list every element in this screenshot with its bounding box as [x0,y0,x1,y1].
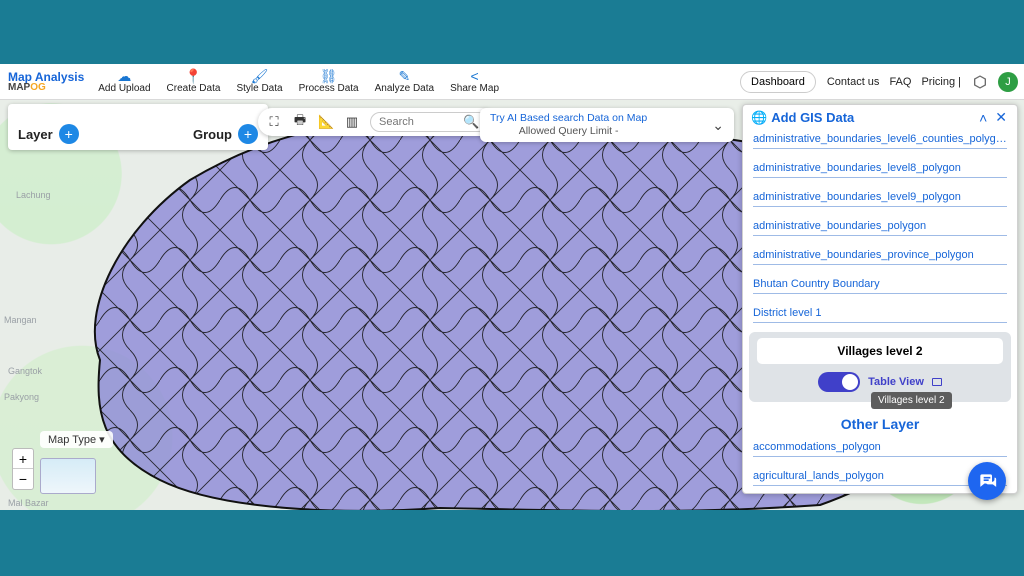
chat-icon [977,471,997,491]
gis-layer-list: administrative_boundaries_level6_countie… [743,128,1017,328]
ai-text: Try AI Based search Data on Map Allowed … [490,112,647,138]
chevron-down-icon: ▾ [99,434,105,446]
map-type-chip[interactable]: Map Type ▾ [40,431,113,448]
menu-label: Process Data [299,83,359,94]
globe-icon: 🌐 [751,110,767,126]
menu-label: Create Data [167,83,221,94]
avatar-letter: J [1005,76,1011,88]
process-icon: ⛓ [320,69,338,83]
print-icon[interactable]: 🖶 [292,111,308,133]
gis-layer-link[interactable]: Bhutan Country Boundary [753,273,1007,294]
ai-search-pill[interactable]: Try AI Based search Data on Map Allowed … [480,108,734,142]
dashboard-button[interactable]: Dashboard [740,71,816,93]
zoom-control: + − [12,448,34,490]
add-group-button[interactable]: + [238,124,258,144]
faq-link[interactable]: FAQ [889,76,911,88]
close-icon[interactable]: ✕ [993,109,1009,126]
table-view-icon[interactable] [932,378,942,386]
table-view-label[interactable]: Table View [868,376,924,388]
layer-label: Layer [18,127,53,142]
search-input[interactable] [379,116,459,128]
bg-label: Pakyong [4,392,39,402]
panel-title: Add GIS Data [771,110,973,125]
main-menu: ☁ Add Upload 📍 Create Data 🖌 Style Data … [98,69,499,94]
add-layer-button[interactable]: + [59,124,79,144]
search-box[interactable]: 🔍 [370,112,488,132]
table-icon[interactable]: ▥ [344,114,360,130]
selected-layer-block: Villages level 2 Table View Villages lev… [749,332,1011,402]
bg-label: Lachung [16,190,51,200]
gis-layer-link[interactable]: accommodations_polygon [753,436,1007,457]
map-toolbar: ⛶ 🖶 📐 ▥ 🔍 [258,108,496,136]
bg-label: Gangtok [8,366,42,376]
selected-layer-title[interactable]: Villages level 2 [757,338,1003,364]
layer-group-card: Layer + Group + [8,104,268,150]
pricing-link[interactable]: Pricing | [921,76,961,88]
menu-analyze-data[interactable]: ✎ Analyze Data [375,69,434,94]
menu-process-data[interactable]: ⛓ Process Data [299,69,359,94]
cube-icon[interactable] [972,74,988,90]
avatar[interactable]: J [998,72,1018,92]
table-view-row: Table View [755,372,1005,392]
pin-icon: 📍 [185,69,202,83]
layer-tooltip: Villages level 2 [871,392,952,409]
collapse-icon[interactable]: ˄ [977,110,989,126]
gis-layer-link[interactable]: administrative_boundaries_level8_polygon [753,157,1007,178]
bg-label: Mal Bazar [8,498,49,508]
measure-icon[interactable]: 📐 [318,114,334,130]
add-gis-data-panel: 🌐 Add GIS Data ˄ ✕ administrative_bounda… [742,104,1018,494]
group-label: Group [193,127,232,142]
gis-layer-link[interactable]: administrative_boundaries_level6_countie… [753,128,1007,149]
zoom-in-button[interactable]: + [13,449,33,469]
menu-style-data[interactable]: 🖌 Style Data [236,69,282,94]
gis-layer-link[interactable]: administrative_boundaries_polygon [753,215,1007,236]
chevron-down-icon[interactable]: ⌄ [712,117,724,134]
minimap[interactable] [40,458,96,494]
analyze-icon: ✎ [398,69,410,83]
share-icon: < [470,69,478,83]
contact-link[interactable]: Contact us [827,76,880,88]
fullscreen-icon[interactable]: ⛶ [266,114,282,130]
gis-layer-link[interactable]: administrative_boundaries_province_polyg… [753,244,1007,265]
menu-label: Add Upload [98,83,150,94]
gis-layer-link[interactable]: District level 1 [753,302,1007,323]
cloud-upload-icon: ☁ [117,69,131,83]
menu-label: Style Data [236,83,282,94]
brand-block: Map Analysis MAPOG [8,71,84,93]
brush-icon: 🖌 [251,69,269,83]
zoom-out-button[interactable]: − [13,469,33,489]
chat-button[interactable] [968,462,1006,500]
menu-create-data[interactable]: 📍 Create Data [167,69,221,94]
other-layer-header: Other Layer [743,416,1017,432]
bg-label: Mangan [4,315,37,325]
menu-add-upload[interactable]: ☁ Add Upload [98,69,150,94]
gis-layer-link[interactable]: administrative_boundaries_level9_polygon [753,186,1007,207]
layer-visibility-toggle[interactable] [818,372,860,392]
brand-sub: MAPOG [8,83,84,93]
search-icon[interactable]: 🔍 [463,114,479,130]
menu-label: Analyze Data [375,83,434,94]
app-header: Map Analysis MAPOG ☁ Add Upload 📍 Create… [0,64,1024,100]
menu-share-map[interactable]: < Share Map [450,69,499,94]
menu-label: Share Map [450,83,499,94]
